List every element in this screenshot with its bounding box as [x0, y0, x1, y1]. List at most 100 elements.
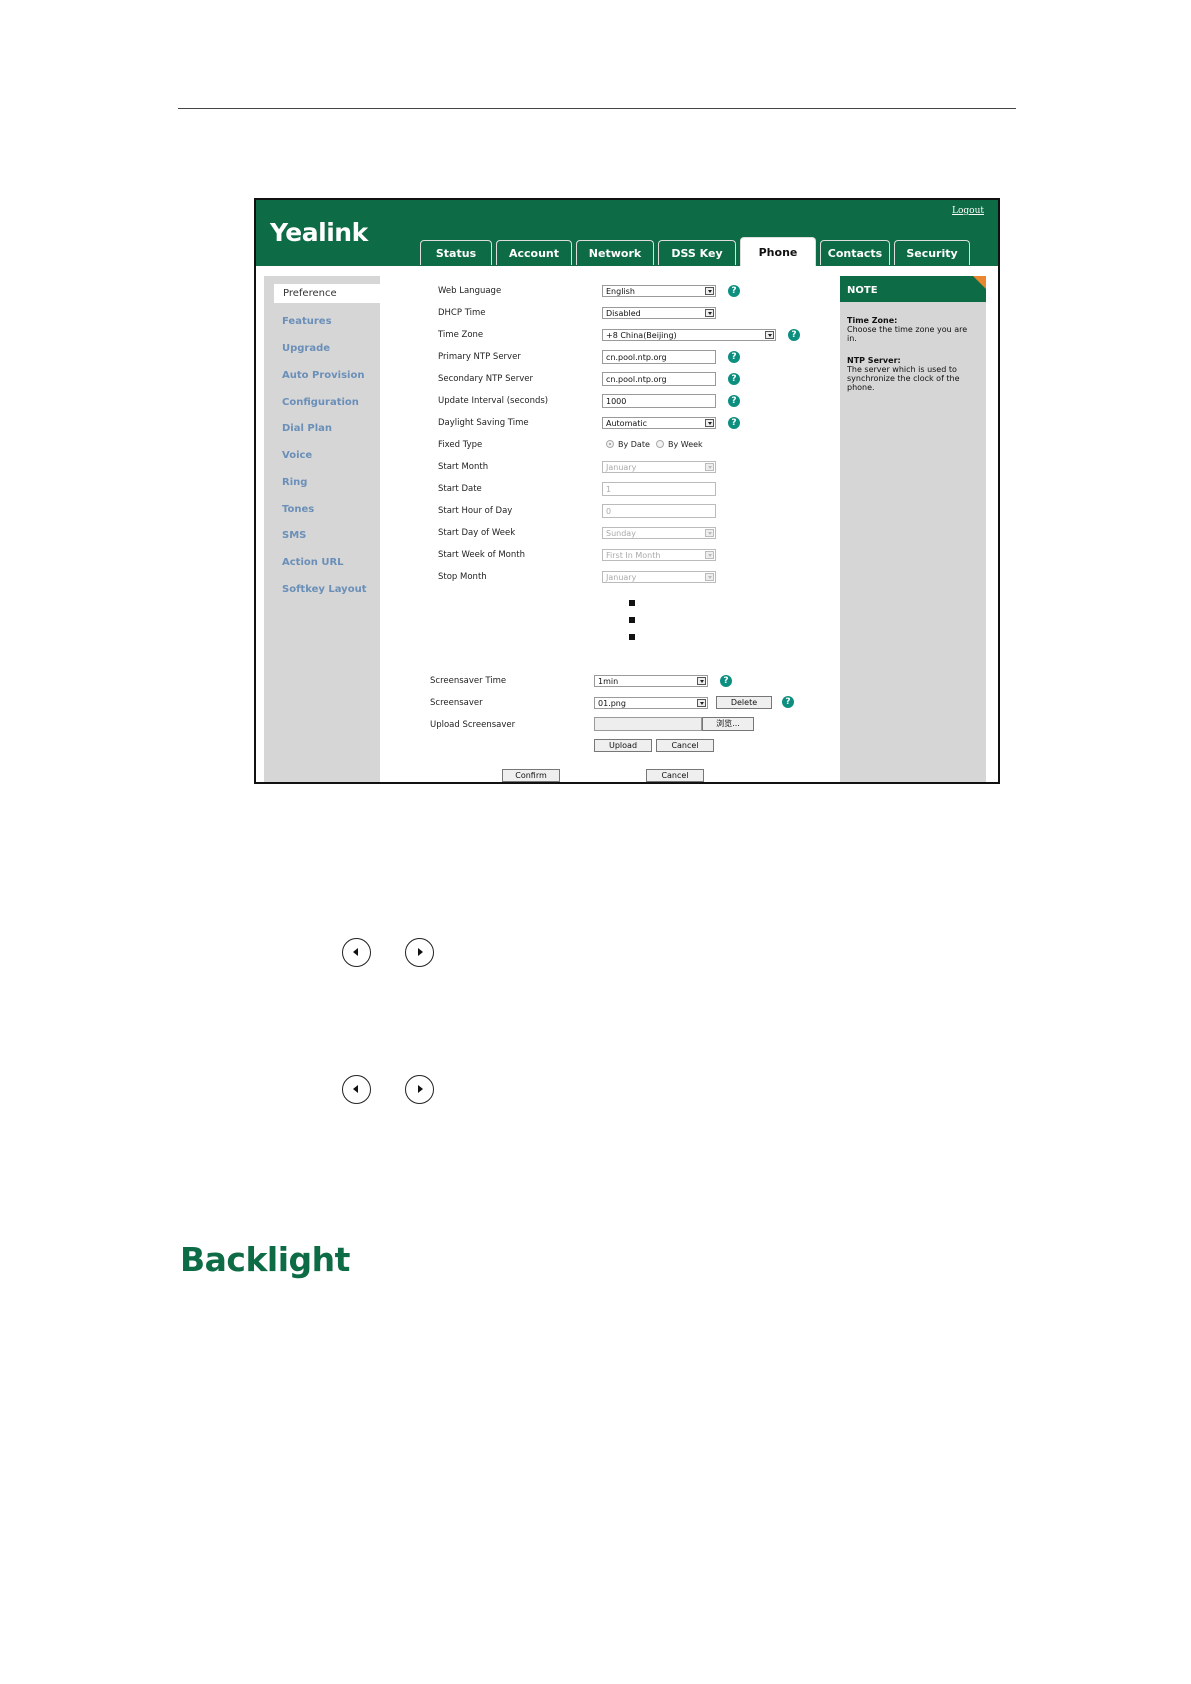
- tab-contacts[interactable]: Contacts: [820, 240, 890, 265]
- question-circle-icon[interactable]: ?: [728, 373, 740, 385]
- tab-dss-key[interactable]: DSS Key: [658, 240, 736, 265]
- chevron-down-icon: [765, 331, 774, 339]
- note-ntp-text: The server which is used to synchronize …: [847, 365, 960, 392]
- sidebar-item-upgrade[interactable]: Upgrade: [282, 343, 330, 354]
- right-arrow-key-icon: [405, 938, 434, 967]
- question-circle-icon[interactable]: ?: [788, 329, 800, 341]
- left-arrow-key-icon: [342, 938, 371, 967]
- delete-button[interactable]: Delete: [716, 696, 772, 709]
- note-corner-fold: [973, 276, 986, 289]
- sidebar-item-auto-provision[interactable]: Auto Provision: [282, 370, 364, 381]
- tab-network[interactable]: Network: [576, 240, 654, 265]
- start-date-input[interactable]: 1: [602, 482, 716, 496]
- screensaver-select[interactable]: 01.png: [594, 697, 708, 709]
- web-language-select[interactable]: English: [602, 285, 716, 297]
- secondary-ntp-label: Secondary NTP Server: [438, 374, 533, 384]
- primary-ntp-input[interactable]: cn.pool.ntp.org: [602, 350, 716, 364]
- ellipsis-dot: [629, 634, 635, 640]
- sidebar-item-tones[interactable]: Tones: [282, 504, 314, 515]
- by-date-label: By Date: [618, 440, 650, 449]
- update-interval-label: Update Interval (seconds): [438, 396, 549, 406]
- screensaver-time-select[interactable]: 1min: [594, 675, 708, 687]
- note-ntp: NTP Server: The server which is used to …: [847, 356, 979, 392]
- note-title: NOTE: [840, 276, 986, 302]
- right-arrow-key-icon: [405, 1075, 434, 1104]
- by-date-radio[interactable]: [606, 440, 614, 448]
- section-title-backlight: Backlight: [180, 1240, 350, 1279]
- sidebar-item-configuration[interactable]: Configuration: [282, 397, 359, 408]
- by-week-radio[interactable]: [656, 440, 664, 448]
- note-ntp-title: NTP Server:: [847, 356, 901, 365]
- start-month-label: Start Month: [438, 462, 489, 472]
- sidebar-item-features[interactable]: Features: [282, 316, 332, 327]
- note-time-zone: Time Zone: Choose the time zone you are …: [847, 316, 979, 343]
- question-circle-icon[interactable]: ?: [728, 395, 740, 407]
- time-zone-label: Time Zone: [438, 330, 484, 340]
- start-day-of-week-label: Start Day of Week: [438, 528, 516, 538]
- fixed-type-label: Fixed Type: [438, 440, 483, 450]
- sidebar-item-ring[interactable]: Ring: [282, 477, 307, 488]
- left-arrow-key-icon: [342, 1075, 371, 1104]
- update-interval-input[interactable]: 1000: [602, 394, 716, 408]
- upload-button[interactable]: Upload: [594, 739, 652, 752]
- sidebar: Preference Features Upgrade Auto Provisi…: [264, 276, 380, 782]
- sidebar-item-softkey-layout[interactable]: Softkey Layout: [282, 584, 366, 595]
- upload-cancel-button[interactable]: Cancel: [656, 739, 714, 752]
- question-circle-icon[interactable]: ?: [728, 351, 740, 363]
- question-circle-icon[interactable]: ?: [728, 417, 740, 429]
- sidebar-item-dial-plan[interactable]: Dial Plan: [282, 423, 332, 434]
- sidebar-item-voice[interactable]: Voice: [282, 450, 312, 461]
- web-language-label: Web Language: [438, 286, 502, 296]
- chevron-down-icon: [705, 551, 714, 559]
- tab-account[interactable]: Account: [496, 240, 572, 265]
- start-month-select[interactable]: January: [602, 461, 716, 473]
- settings-form: Web Language English ? DHCP Time Disable…: [386, 276, 834, 782]
- sidebar-item-preference[interactable]: Preference: [274, 284, 380, 303]
- chevron-down-icon: [705, 309, 714, 317]
- chevron-down-icon: [705, 529, 714, 537]
- chevron-down-icon: [705, 287, 714, 295]
- primary-ntp-label: Primary NTP Server: [438, 352, 521, 362]
- chevron-down-icon: [705, 419, 714, 427]
- logout-link[interactable]: Logout: [952, 206, 984, 216]
- tab-security[interactable]: Security: [894, 240, 970, 265]
- question-circle-icon[interactable]: ?: [728, 285, 740, 297]
- by-week-label: By Week: [668, 440, 703, 449]
- browse-button[interactable]: 浏览...: [702, 717, 754, 731]
- start-date-label: Start Date: [438, 484, 482, 494]
- ellipsis-dot: [629, 600, 635, 606]
- yealink-logo: Yealink: [270, 218, 368, 247]
- start-day-of-week-select[interactable]: Sunday: [602, 527, 716, 539]
- upload-file-input[interactable]: [594, 717, 702, 731]
- question-circle-icon[interactable]: ?: [782, 696, 794, 708]
- chevron-down-icon: [705, 573, 714, 581]
- ellipsis-dot: [629, 617, 635, 623]
- start-week-of-month-label: Start Week of Month: [438, 550, 525, 560]
- daylight-saving-select[interactable]: Automatic: [602, 417, 716, 429]
- start-hour-input[interactable]: 0: [602, 504, 716, 518]
- question-circle-icon[interactable]: ?: [720, 675, 732, 687]
- stop-month-select[interactable]: January: [602, 571, 716, 583]
- top-bar: Yealink Logout Status Account Network DS…: [256, 200, 998, 266]
- chevron-down-icon: [705, 463, 714, 471]
- sidebar-item-sms[interactable]: SMS: [282, 530, 306, 541]
- chevron-down-icon: [697, 699, 706, 707]
- confirm-button[interactable]: Confirm: [502, 769, 560, 782]
- stop-month-label: Stop Month: [438, 572, 487, 582]
- sidebar-item-action-url[interactable]: Action URL: [282, 557, 344, 568]
- tab-phone[interactable]: Phone: [740, 237, 816, 266]
- screensaver-time-label: Screensaver Time: [430, 676, 507, 686]
- daylight-saving-label: Daylight Saving Time: [438, 418, 529, 428]
- note-time-zone-title: Time Zone:: [847, 316, 898, 325]
- web-ui-screenshot: Yealink Logout Status Account Network DS…: [254, 198, 1000, 784]
- cancel-button[interactable]: Cancel: [646, 769, 704, 782]
- upload-screensaver-label: Upload Screensaver: [430, 720, 516, 730]
- dhcp-time-select[interactable]: Disabled: [602, 307, 716, 319]
- start-hour-label: Start Hour of Day: [438, 506, 513, 516]
- screensaver-label: Screensaver: [430, 698, 483, 708]
- time-zone-select[interactable]: +8 China(Beijing): [602, 329, 776, 341]
- tab-status[interactable]: Status: [420, 240, 492, 265]
- start-week-of-month-select[interactable]: First In Month: [602, 549, 716, 561]
- secondary-ntp-input[interactable]: cn.pool.ntp.org: [602, 372, 716, 386]
- page-header-rule: [178, 108, 1016, 109]
